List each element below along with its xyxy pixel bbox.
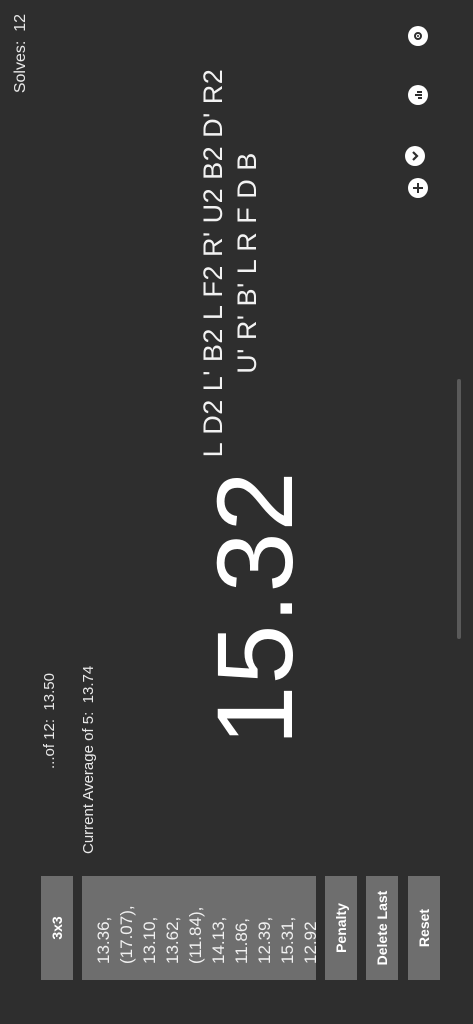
delete-last-label: Delete Last bbox=[374, 890, 390, 966]
scramble-line-1: L D2 L' B2 L F2 R' U2 B2 D' R2 bbox=[198, 68, 228, 458]
scrollbar[interactable] bbox=[457, 379, 461, 639]
time-item[interactable]: (17.07), bbox=[115, 876, 138, 974]
scramble: L D2 L' B2 L F2 R' U2 B2 D' R2 U' R' B' … bbox=[196, 68, 264, 458]
add-icon[interactable] bbox=[408, 178, 428, 198]
average-of-5: Current Average of 5: 13.74 bbox=[80, 666, 97, 854]
solves-counter: Solves: 12 bbox=[12, 14, 30, 93]
time-item[interactable]: 15.31, bbox=[276, 876, 299, 974]
time-item[interactable]: 12.39, bbox=[253, 876, 276, 974]
time-item[interactable]: 13.36, bbox=[92, 876, 115, 974]
timer-screen: Solves: 12 L D2 L' B2 L F2 R' U2 B2 D' R… bbox=[0, 0, 473, 1024]
settings-icon[interactable] bbox=[408, 26, 428, 46]
penalty-label: Penalty bbox=[333, 903, 349, 953]
time-item[interactable]: 11.86, bbox=[230, 876, 253, 974]
ao5-label: Current Average of 5: bbox=[80, 711, 97, 854]
solves-label: Solves: bbox=[12, 40, 29, 94]
ao12-value: 13.50 bbox=[41, 673, 58, 711]
delete-last-button[interactable]: Delete Last bbox=[366, 876, 398, 980]
ao12-label: ...of 12: bbox=[41, 718, 58, 769]
times-list[interactable]: 13.36, (17.07), 13.10, 13.62, (11.84), 14.13,… bbox=[82, 876, 316, 980]
stats-icon[interactable] bbox=[408, 85, 428, 105]
reset-label: Reset bbox=[416, 908, 432, 948]
time-item[interactable]: (11.84), bbox=[184, 876, 207, 974]
time-item[interactable]: 14.13, bbox=[207, 876, 230, 974]
penalty-button[interactable]: Penalty bbox=[325, 876, 357, 980]
time-item[interactable]: 12.92 bbox=[299, 876, 316, 974]
ao5-value: 13.74 bbox=[80, 665, 97, 704]
time-item[interactable]: 13.10, bbox=[138, 876, 161, 974]
timer-display[interactable]: 15.32 bbox=[192, 428, 317, 788]
puzzle-select-button[interactable]: 3x3 bbox=[41, 876, 73, 980]
reset-button[interactable]: Reset bbox=[408, 876, 440, 980]
average-of-12: ...of 12: 13.50 bbox=[41, 673, 58, 769]
times-list-inner: 13.36, (17.07), 13.10, 13.62, (11.84), 14.13,… bbox=[92, 876, 316, 974]
dropdown-icon[interactable] bbox=[405, 146, 425, 166]
solves-count: 12 bbox=[12, 14, 29, 32]
time-item[interactable]: 13.62, bbox=[161, 876, 184, 974]
puzzle-label: 3x3 bbox=[49, 916, 65, 940]
scramble-line-2: U' R' B' L R F D B bbox=[232, 152, 262, 374]
